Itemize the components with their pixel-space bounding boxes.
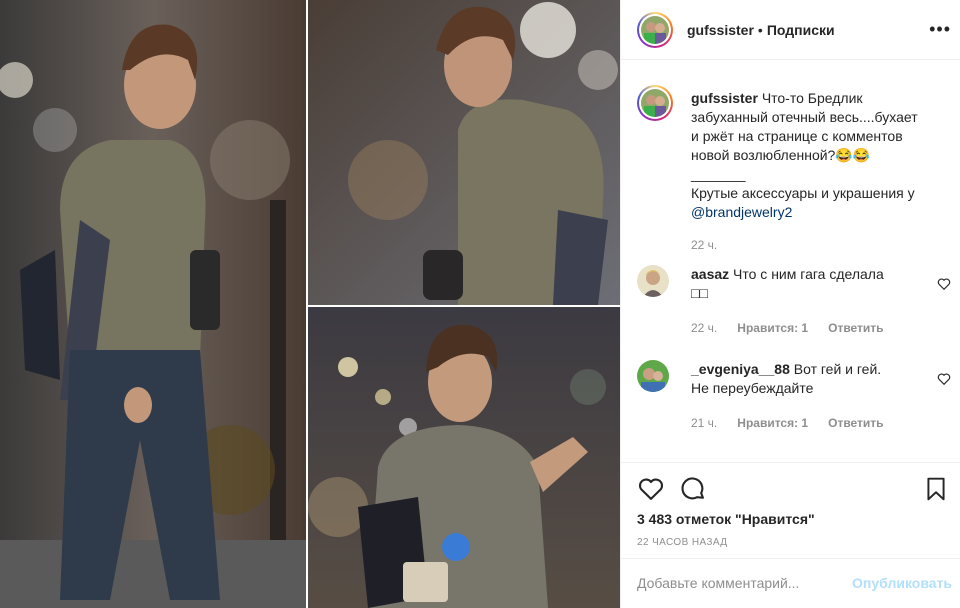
comment-input[interactable]: Добавьте комментарий... bbox=[637, 575, 799, 591]
add-comment-bar: Добавьте комментарий... Опубликовать bbox=[621, 558, 960, 608]
reply-button[interactable]: Ответить bbox=[828, 319, 883, 338]
comment-likes[interactable]: Нравится: 1 bbox=[737, 414, 808, 433]
caption-time[interactable]: 22 ч. bbox=[691, 236, 717, 255]
caption-mention-link[interactable]: @brandjewelry2 bbox=[691, 203, 941, 222]
comment-text-line2: Не переубеждайте bbox=[691, 380, 814, 396]
comment-time[interactable]: 22 ч. bbox=[691, 319, 717, 338]
caption-text-line3: и ржёт на странице с комментов bbox=[691, 128, 903, 144]
post-actions: 3 483 отметок "Нравится" 22 ЧАСОВ НАЗАД … bbox=[621, 462, 960, 608]
caption-text-line2: забуханный отечный весь....бухает bbox=[691, 109, 918, 125]
comment-heart-icon[interactable] bbox=[937, 372, 951, 386]
post-side-panel: gufssister • Подписки ••• gufssister Что… bbox=[620, 0, 960, 608]
likes-count[interactable]: 3 483 отметок "Нравится" bbox=[637, 511, 815, 527]
reply-button[interactable]: Ответить bbox=[828, 414, 883, 433]
comment-avatar[interactable] bbox=[637, 360, 669, 392]
comment-heart-icon[interactable] bbox=[937, 277, 951, 291]
comment-glyphs: □□ bbox=[691, 285, 708, 301]
caption-divider: _______ bbox=[691, 166, 746, 182]
caption-avatar[interactable] bbox=[637, 85, 673, 121]
comment-likes[interactable]: Нравится: 1 bbox=[737, 319, 808, 338]
heart-icon[interactable] bbox=[637, 475, 665, 503]
photo-left bbox=[0, 0, 306, 608]
photo-top-right bbox=[308, 0, 620, 305]
more-icon[interactable]: ••• bbox=[929, 20, 951, 38]
action-bar bbox=[637, 475, 949, 505]
avatar[interactable] bbox=[637, 11, 673, 48]
comment-avatar[interactable] bbox=[637, 265, 669, 297]
post-media[interactable] bbox=[0, 0, 620, 608]
header-separator: • bbox=[757, 21, 763, 38]
follow-button[interactable]: Подписки bbox=[767, 22, 835, 38]
caption-text-line1: Что-то Бредлик bbox=[761, 90, 863, 106]
caption-username[interactable]: gufssister bbox=[691, 90, 758, 106]
caption-promo: Крутые аксессуары и украшения у bbox=[691, 185, 915, 201]
header-username[interactable]: gufssister bbox=[687, 22, 754, 38]
comment-time[interactable]: 21 ч. bbox=[691, 414, 717, 433]
comment-text-line1: Вот гей и гей. bbox=[793, 361, 882, 377]
publish-button[interactable]: Опубликовать bbox=[852, 575, 952, 591]
bookmark-icon[interactable] bbox=[923, 475, 949, 503]
caption-text-line4: новой возлюбленной?😂😂 bbox=[691, 147, 871, 163]
comment-icon[interactable] bbox=[679, 475, 707, 503]
post-header: gufssister • Подписки ••• bbox=[621, 0, 960, 60]
photo-bottom-right bbox=[308, 307, 620, 608]
comment-username[interactable]: _evgeniya__88 bbox=[691, 361, 790, 377]
posted-ago[interactable]: 22 ЧАСОВ НАЗАД bbox=[637, 537, 727, 548]
comment-username[interactable]: aasaz bbox=[691, 266, 729, 282]
comments-list[interactable]: gufssister Что-то Бредлик забуханный оте… bbox=[621, 61, 960, 461]
comment-text: Что с ним гага сделала bbox=[733, 266, 884, 282]
